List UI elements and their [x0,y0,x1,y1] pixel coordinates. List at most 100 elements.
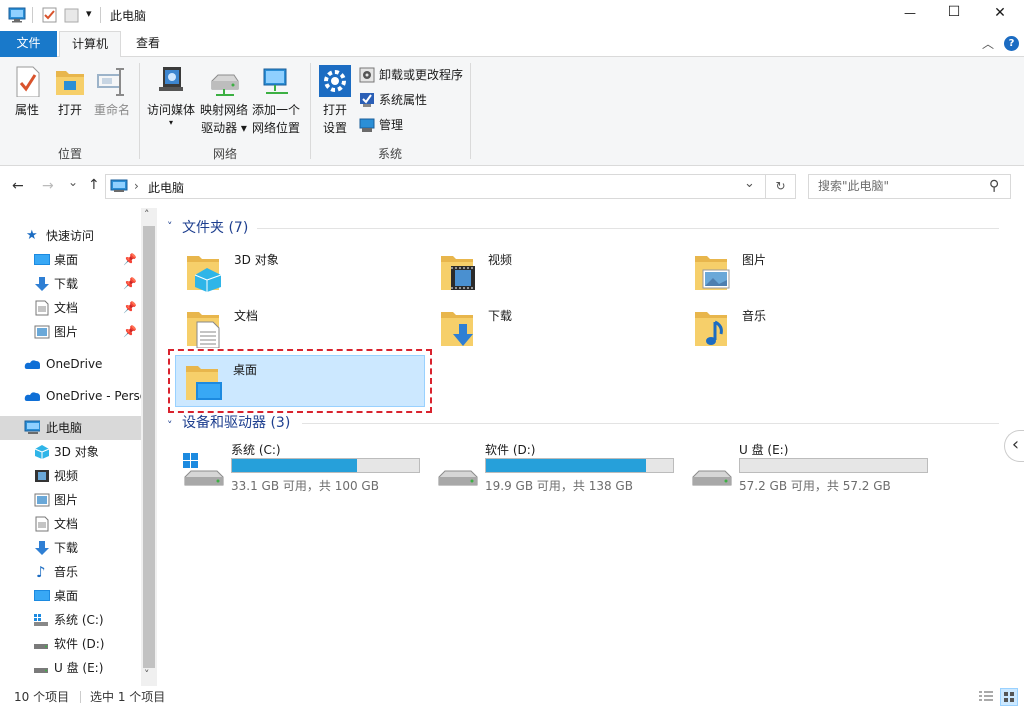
nav-quick-access[interactable]: ★ 快速访问 [0,224,141,248]
open-button[interactable]: 打开 [53,65,87,119]
up-button[interactable]: ↑ [88,177,100,193]
close-button[interactable]: ✕ [990,5,1010,21]
large-icons-view-icon[interactable] [1000,688,1018,706]
nav-onedrive[interactable]: OneDrive [0,352,141,376]
drive-item-e[interactable]: U 盘 (E:) 57.2 GB 可用，共 57.2 GB [689,441,939,497]
tab-computer[interactable]: 计算机 [59,31,121,58]
tab-file[interactable]: 文件 [0,31,57,57]
add-network-location-button[interactable]: 添加一个 网络位置 [251,65,301,137]
open-settings-button[interactable]: 打开 设置 [318,65,352,137]
recent-locations-button[interactable]: ⌄ [68,175,78,189]
drive-item-c[interactable]: 系统 (C:) 33.1 GB 可用，共 100 GB [181,441,431,497]
drive-usage-bar [485,458,674,473]
properties-button[interactable]: 属性 [10,65,44,119]
properties-checkmark-icon[interactable] [42,7,58,23]
document-icon [35,516,49,532]
rename-button[interactable]: 重命名 [92,65,132,119]
address-bar[interactable]: › 此电脑 ⌄ [105,174,766,199]
nav-quick-desktop[interactable]: 桌面 📌 [0,248,141,272]
properties-icon [16,66,40,97]
folder-item-3d-objects[interactable]: 3D 对象 [177,246,427,298]
folders-section-header[interactable]: 文件夹 (7) [182,218,248,238]
details-view-icon[interactable] [978,690,994,704]
folder-item-downloads[interactable]: 下载 [431,302,681,354]
nav-quick-documents[interactable]: 文档 📌 [0,296,141,320]
download-arrow-icon [35,541,49,555]
section-divider [257,228,999,229]
help-button[interactable]: ? [1004,36,1019,51]
breadcrumb-separator[interactable]: › [134,179,139,193]
breadcrumb-this-pc[interactable]: 此电脑 [148,179,184,196]
access-media-button[interactable]: 访问媒体 ▾ [145,65,197,127]
pin-icon[interactable]: 📌 [123,248,137,272]
group-label-network: 网络 [212,147,237,161]
desktop-folder-icon [186,366,222,400]
uninstall-programs-button[interactable]: 卸载或更改程序 [359,65,463,85]
navigation-pane: ★ 快速访问 桌面 📌 下载 📌 文档 📌 图片 📌 OneDrive OneD… [0,208,157,686]
nav-onedrive-personal[interactable]: OneDrive - Personal [0,384,141,408]
quick-access-dropdown[interactable]: ▾ [86,7,92,20]
nav-scroll-thumb[interactable] [143,226,155,668]
folder-item-desktop[interactable]: 桌面 [175,355,425,407]
nav-pc-videos[interactable]: 视频 [0,464,141,488]
folder-item-pictures[interactable]: 图片 [685,246,935,298]
details-pane-toggle[interactable]: ‹ [1004,430,1024,462]
network-location-icon [263,68,288,94]
nav-pc-drive-d[interactable]: 软件 (D:) [0,632,141,656]
nav-quick-downloads[interactable]: 下载 📌 [0,272,141,296]
forward-button[interactable]: → [42,178,54,194]
nav-pc-documents[interactable]: 文档 [0,512,141,536]
nav-this-pc[interactable]: 此电脑 [0,416,141,440]
computer-icon [24,420,40,434]
search-placeholder: 搜索"此电脑" [818,179,890,193]
media-icon [159,67,183,91]
address-dropdown-button[interactable]: ⌄ [744,176,755,191]
nav-pc-drive-e[interactable]: U 盘 (E:) [0,656,141,680]
new-folder-icon[interactable] [64,7,80,23]
nav-pc-music[interactable]: ♪ 音乐 [0,560,141,584]
ribbon: 属性 打开 重命名 位置 访问媒体 ▾ 映射网络 驱动器 ▾ 添加一个 网络位置… [0,57,1024,166]
nav-pc-3d-objects[interactable]: 3D 对象 [0,440,141,464]
nav-pc-downloads[interactable]: 下载 [0,536,141,560]
group-separator [139,63,140,159]
system-properties-button[interactable]: 系统属性 [359,90,427,110]
nav-pc-drive-c[interactable]: 系统 (C:) [0,608,141,632]
rename-icon [97,68,124,96]
download-arrow-icon [35,277,49,291]
chevron-down-icon[interactable]: ˅ [167,220,173,233]
scroll-up-button[interactable]: ˄ [144,208,150,221]
ribbon-collapse-button[interactable]: ︿ [982,35,994,52]
tab-view[interactable]: 查看 [124,31,172,57]
drive-icon [438,470,478,486]
nav-quick-pictures[interactable]: 图片 📌 [0,320,141,344]
minimize-button[interactable]: — [900,6,920,20]
folder-item-videos[interactable]: 视频 [431,246,681,298]
manage-button[interactable]: 管理 [359,115,403,135]
chevron-down-icon[interactable]: ˅ [167,419,173,432]
folder-item-documents[interactable]: 文档 [177,302,427,354]
pin-icon[interactable]: 📌 [123,296,137,320]
search-input[interactable]: 搜索"此电脑" ⚲ [808,174,1011,199]
picture-folder-icon [695,256,730,290]
group-label-location: 位置 [57,147,82,161]
open-folder-icon [56,71,84,95]
picture-icon [34,493,50,507]
refresh-button[interactable]: ↻ [766,174,796,199]
star-icon: ★ [26,228,38,243]
maximize-button[interactable]: ☐ [944,4,964,20]
system-properties-icon [360,93,374,107]
map-network-drive-button[interactable]: 映射网络 驱动器 ▾ [199,65,249,137]
computer-icon [8,7,26,23]
pin-icon[interactable]: 📌 [123,272,137,296]
folder-item-music[interactable]: 音乐 [685,302,935,354]
pin-icon[interactable]: 📌 [123,320,137,344]
search-icon[interactable]: ⚲ [989,175,999,198]
status-divider [80,691,81,703]
devices-section-header[interactable]: 设备和驱动器 (3) [182,413,290,433]
download-folder-icon [441,312,473,346]
back-button[interactable]: ← [12,178,24,194]
drive-item-d[interactable]: 软件 (D:) 19.9 GB 可用，共 138 GB [435,441,685,497]
nav-pc-pictures[interactable]: 图片 [0,488,141,512]
nav-pc-desktop[interactable]: 桌面 [0,584,141,608]
scroll-down-button[interactable]: ˅ [144,668,150,681]
